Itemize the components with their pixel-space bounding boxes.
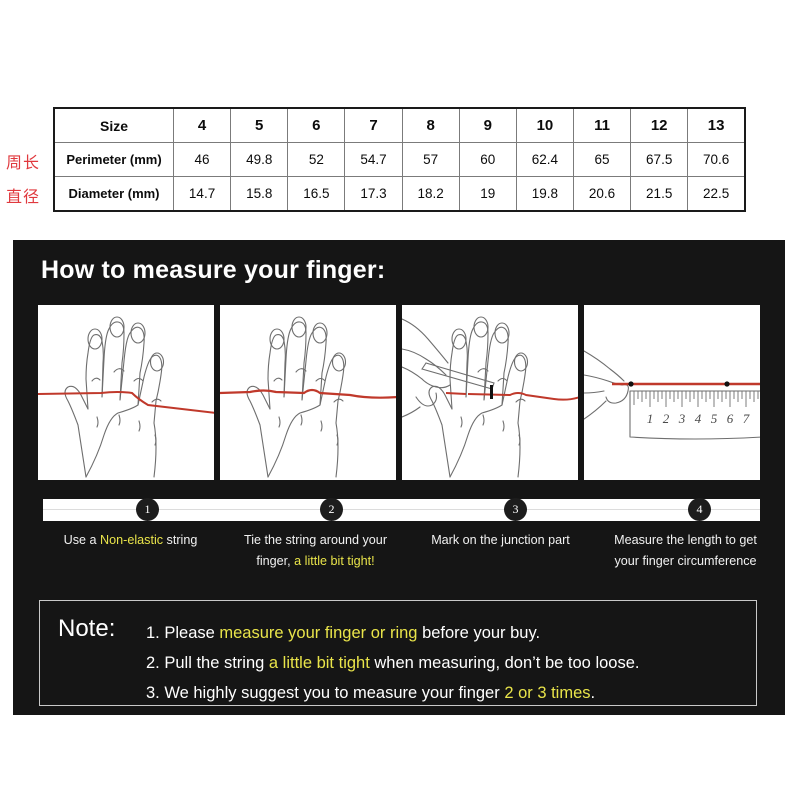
step-caption-1: Use a Non-elastic string: [38, 530, 223, 572]
caption-2-l1-run-1: a little bit tight!: [294, 554, 375, 568]
note-1-run-0: 1. Please: [146, 624, 220, 642]
table-cell: 15.8: [230, 176, 289, 212]
caption-line: your finger circumference: [597, 551, 774, 572]
svg-text:1: 1: [647, 411, 654, 426]
note-2-run-2: when measuring, don’t be too loose.: [369, 654, 640, 672]
table-cell: 18.2: [401, 176, 460, 212]
caption-2-l1-run-0: finger,: [256, 554, 295, 568]
table-cell: 19.8: [515, 176, 574, 212]
table-cell: 67.5: [630, 142, 689, 177]
table-header-size-9: 9: [458, 107, 517, 143]
hand-with-string-panel: [38, 305, 214, 480]
caption-1-l0-run-0: Use a: [63, 533, 101, 547]
table-header-size-11: 11: [572, 107, 632, 143]
table-header-size: Size: [53, 107, 174, 143]
hand-string-tied-panel: [220, 305, 396, 480]
caption-3-l0-run-0: Mark on the junction part: [431, 533, 570, 547]
ruler-measuring-panel: 1 2 3 4 5 6 7: [584, 305, 760, 480]
table-cell: 54.7: [344, 142, 403, 177]
note-1-run-1: measure your finger or ring: [219, 624, 418, 642]
table-cell: 17.3: [344, 176, 403, 212]
svg-text:2: 2: [663, 411, 670, 426]
size-table-wrapper: Size 4 5 6 7 8 9 10 11 12 13 Perimeter (mm) 46 49.8 52…: [53, 107, 747, 212]
caption-line: Mark on the junction part: [412, 530, 589, 551]
table-header-size-7: 7: [344, 107, 403, 143]
table-cell: 57: [401, 142, 460, 177]
note-list: 1. Please measure your finger or ring be…: [146, 618, 748, 708]
table-header-size-12: 12: [630, 107, 689, 143]
table-cell: 70.6: [687, 142, 747, 177]
table-row: Diameter (mm) 14.7 15.8 16.5 17.3 18.2 19 19.8 2…: [53, 176, 747, 212]
note-3-run-1: 2 or 3 times: [504, 684, 591, 702]
table-header-size-10: 10: [515, 107, 574, 143]
step-progress-bar: 1 2 3 4: [43, 498, 760, 521]
table-cell: 19: [458, 176, 517, 212]
note-item-2: 2. Pull the string a little bit tight wh…: [146, 648, 748, 678]
note-item-3: 3. We highly suggest you to measure your…: [146, 678, 748, 708]
ring-size-table: Size 4 5 6 7 8 9 10 11 12 13 Perimeter (mm) 46 49.8 52…: [53, 107, 747, 212]
note-1-run-2: before your buy.: [417, 624, 541, 642]
step-marker-2[interactable]: 2: [320, 498, 343, 521]
table-row-label: Diameter (mm): [53, 176, 174, 212]
table-header-size-8: 8: [401, 107, 460, 143]
caption-line: Measure the length to get: [597, 530, 774, 551]
step-captions: Use a Non-elastic string Tie the string …: [38, 530, 778, 572]
table-header-size-4: 4: [172, 107, 232, 143]
svg-text:3: 3: [678, 411, 686, 426]
table-cell: 62.4: [515, 142, 574, 177]
diameter-chinese-label: 直径: [6, 187, 41, 206]
note-2-run-0: 2. Pull the string: [146, 654, 269, 672]
caption-2-l0-run-0: Tie the string around your: [243, 533, 388, 547]
hand-marking-pen-panel: [402, 305, 578, 480]
table-header-size-13: 13: [687, 107, 747, 143]
step-marker-1[interactable]: 1: [136, 498, 159, 521]
svg-text:4: 4: [695, 411, 702, 426]
note-2-run-1: a little bit tight: [268, 654, 370, 672]
table-cell: 14.7: [172, 176, 232, 212]
caption-line: finger, a little bit tight!: [227, 551, 404, 572]
perimeter-chinese-label: 周长: [6, 153, 41, 172]
table-cell: 21.5: [630, 176, 689, 212]
step-marker-4[interactable]: 4: [688, 498, 711, 521]
note-box: Note: 1. Please measure your finger or r…: [39, 600, 757, 706]
page-title: How to measure your finger:: [41, 256, 386, 284]
step-marker-3[interactable]: 3: [504, 498, 527, 521]
caption-1-l0-run-1: Non-elastic: [100, 533, 164, 547]
svg-text:6: 6: [727, 411, 734, 426]
table-cell: 16.5: [287, 176, 346, 212]
svg-text:5: 5: [711, 411, 718, 426]
step-caption-4: Measure the length to get your finger cir…: [593, 530, 778, 572]
caption-1-l0-run-2: string: [163, 533, 198, 547]
table-header-size-6: 6: [287, 107, 346, 143]
table-cell: 65: [572, 142, 632, 177]
table-row-label: Perimeter (mm): [53, 142, 174, 177]
illustration-row: 1 2 3 4 5 6 7: [38, 305, 760, 480]
table-cell: 52: [287, 142, 346, 177]
table-cell: 22.5: [687, 176, 747, 212]
caption-line: Tie the string around your: [227, 530, 404, 551]
table-row: Perimeter (mm) 46 49.8 52 54.7 57 60 62.4 65 67.5…: [53, 142, 747, 177]
svg-text:7: 7: [743, 411, 750, 426]
step-caption-3: Mark on the junction part: [408, 530, 593, 572]
table-header-row: Size 4 5 6 7 8 9 10 11 12 13: [53, 107, 747, 143]
step-caption-2: Tie the string around your finger, a litt…: [223, 530, 408, 572]
caption-4-l1-run-0: your finger circumference: [614, 554, 757, 568]
note-3-run-0: 3. We highly suggest you to measure your…: [146, 684, 505, 702]
table-cell: 60: [458, 142, 517, 177]
ruler-numbers: 1 2 3 4 5 6 7: [647, 411, 750, 426]
note-label: Note:: [58, 615, 116, 642]
table-cell: 49.8: [230, 142, 289, 177]
caption-line: Use a Non-elastic string: [42, 530, 219, 551]
table-cell: 46: [172, 142, 232, 177]
caption-4-l0-run-0: Measure the length to get: [614, 533, 757, 547]
table-cell: 20.6: [572, 176, 632, 212]
how-to-measure-panel: How to measure your finger: 1 2 3 4 5 6 …: [13, 240, 785, 715]
note-3-run-2: .: [590, 684, 596, 702]
table-header-size-5: 5: [230, 107, 289, 143]
note-item-1: 1. Please measure your finger or ring be…: [146, 618, 748, 648]
